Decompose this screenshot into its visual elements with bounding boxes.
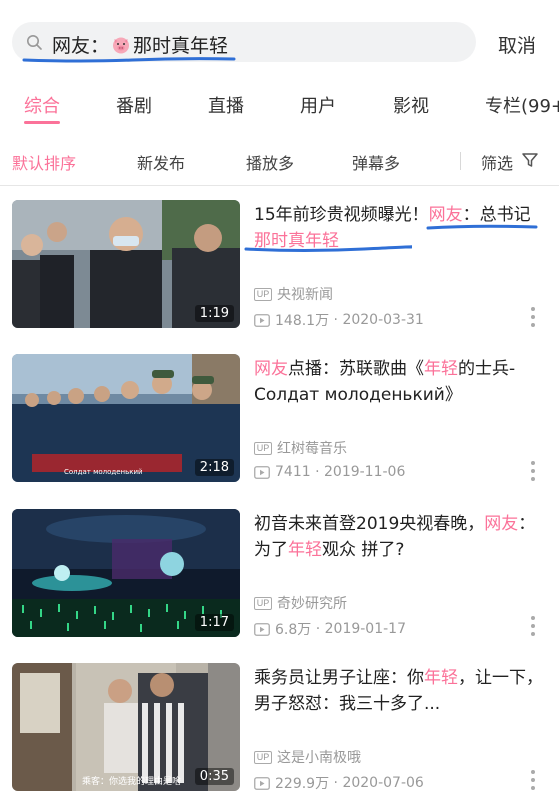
video-card[interactable]: 1:19 15年前珍贵视频曝光！网友：总书记那时真年轻 UP 央视新闻 148.… xyxy=(0,200,559,356)
view-count: 229.9万 xyxy=(275,776,330,792)
video-duration: 0:35 xyxy=(194,768,234,785)
up-badge-icon: UP xyxy=(254,441,272,455)
video-uploader[interactable]: UP 央视新闻 xyxy=(254,284,333,304)
meta-separator: · xyxy=(310,464,324,480)
title-highlight: 网友 xyxy=(484,514,519,534)
publish-date: 2019-11-06 xyxy=(324,464,406,480)
uploader-name: 央视新闻 xyxy=(277,287,333,303)
play-count-icon xyxy=(254,465,270,479)
video-card[interactable]: Солдат молоденький 2:18 网友点播：苏联歌曲《年轻的士兵-… xyxy=(0,354,559,510)
video-uploader[interactable]: UP 这是小南极哦 xyxy=(254,747,361,767)
sort-most-played[interactable]: 播放多 xyxy=(246,150,294,174)
title-highlight: 年轻 xyxy=(288,540,322,560)
sort-default[interactable]: 默认排序 xyxy=(12,150,76,174)
tab-all[interactable]: 综合 xyxy=(24,92,60,118)
play-count-icon xyxy=(254,622,270,636)
video-thumbnail[interactable]: Солдат молоденький 2:18 xyxy=(12,354,240,482)
pig-emoji-icon xyxy=(113,37,130,53)
filter-funnel-icon[interactable] xyxy=(521,151,539,169)
more-dots-icon[interactable] xyxy=(529,460,537,482)
title-text: 观众 拼了? xyxy=(322,540,405,560)
tab-live[interactable]: 直播 xyxy=(208,92,244,118)
filter-divider xyxy=(460,152,461,170)
video-duration: 1:19 xyxy=(194,305,234,322)
search-query-text: 那时真年轻 xyxy=(133,35,229,57)
search-query: 网友： 那时真年轻 xyxy=(52,31,228,58)
video-stats: 6.8万 · 2019-01-17 xyxy=(254,619,406,639)
title-highlight: 年轻 xyxy=(424,668,458,688)
video-thumbnail[interactable]: 乘客：你选我的理由是啥 0:35 xyxy=(12,663,240,791)
tab-active-indicator xyxy=(24,121,60,124)
title-text: 点播：苏联歌曲《 xyxy=(288,359,424,379)
video-stats: 229.9万 · 2020-07-06 xyxy=(254,773,424,793)
sort-filter-bar: 默认排序 新发布 播放多 弹幕多 筛选 xyxy=(0,136,559,186)
search-query-prefix: 网友： xyxy=(52,35,110,57)
meta-separator: · xyxy=(329,312,343,328)
annotation-underline xyxy=(22,57,236,63)
video-title[interactable]: 乘务员让男子让座：你年轻，让一下，男子怒怼：我三十多了... xyxy=(254,665,544,717)
thumbnail-caption: 乘客：你选我的理由是啥 xyxy=(82,777,182,787)
tab-movies[interactable]: 影视 xyxy=(393,92,429,118)
video-thumbnail[interactable]: 1:19 xyxy=(12,200,240,328)
title-highlight: 网友 xyxy=(254,359,288,379)
title-text: 15年前珍贵视频曝光！ xyxy=(254,205,429,225)
view-count: 6.8万 xyxy=(275,622,312,638)
cancel-button[interactable]: 取消 xyxy=(498,31,536,58)
meta-separator: · xyxy=(329,775,343,791)
up-badge-icon: UP xyxy=(254,750,272,764)
uploader-name: 这是小南极哦 xyxy=(277,750,361,766)
video-card[interactable]: 乘客：你选我的理由是啥 0:35 乘务员让男子让座：你年轻，让一下，男子怒怼：我… xyxy=(0,663,559,800)
view-count: 148.1万 xyxy=(275,313,330,329)
tab-bangumi[interactable]: 番剧 xyxy=(116,92,152,118)
title-highlight: 年轻 xyxy=(424,359,458,379)
search-header: 网友： 那时真年轻 取消 xyxy=(0,0,559,84)
sort-newest[interactable]: 新发布 xyxy=(137,150,185,174)
annotation-underline xyxy=(426,224,538,230)
sort-most-danmaku[interactable]: 弹幕多 xyxy=(352,150,400,174)
video-stats: 7411 · 2019-11-06 xyxy=(254,464,405,480)
video-title[interactable]: 网友点播：苏联歌曲《年轻的士兵-Солдат молоденький》 xyxy=(254,356,544,408)
more-dots-icon[interactable] xyxy=(529,615,537,637)
video-title[interactable]: 初音未来首登2019央视春晚，网友：为了年轻观众 拼了? xyxy=(254,511,544,563)
play-count-icon xyxy=(254,776,270,790)
video-uploader[interactable]: UP 奇妙研究所 xyxy=(254,593,347,613)
search-tabs: 综合 番剧 直播 用户 影视 专栏(99+ xyxy=(0,84,559,136)
title-text: 乘务员让男子让座：你 xyxy=(254,668,424,688)
title-text: 初音未来首登2019央视春晚， xyxy=(254,514,485,534)
up-badge-icon: UP xyxy=(254,596,272,610)
search-icon xyxy=(27,35,42,50)
uploader-name: 奇妙研究所 xyxy=(277,596,347,612)
publish-date: 2019-01-17 xyxy=(324,621,406,637)
video-stats: 148.1万 · 2020-03-31 xyxy=(254,310,424,330)
thumbnail-caption: Солдат молоденький xyxy=(64,468,143,476)
video-duration: 1:17 xyxy=(194,614,234,631)
video-card[interactable]: 1:17 初音未来首登2019央视春晚，网友：为了年轻观众 拼了? UP 奇妙研… xyxy=(0,509,559,665)
annotation-underline xyxy=(244,245,412,252)
uploader-name: 红树莓音乐 xyxy=(277,441,347,457)
view-count: 7411 xyxy=(275,464,311,480)
video-uploader[interactable]: UP 红树莓音乐 xyxy=(254,438,347,458)
publish-date: 2020-07-06 xyxy=(342,775,424,791)
publish-date: 2020-03-31 xyxy=(342,312,424,328)
meta-separator: · xyxy=(311,621,325,637)
more-dots-icon[interactable] xyxy=(529,769,537,791)
more-dots-icon[interactable] xyxy=(529,306,537,328)
up-badge-icon: UP xyxy=(254,287,272,301)
tab-articles[interactable]: 专栏(99+ xyxy=(485,92,559,118)
video-thumbnail[interactable]: 1:17 xyxy=(12,509,240,637)
filter-button[interactable]: 筛选 xyxy=(481,150,513,174)
tab-users[interactable]: 用户 xyxy=(300,92,336,118)
video-duration: 2:18 xyxy=(194,459,234,476)
play-count-icon xyxy=(254,313,270,327)
